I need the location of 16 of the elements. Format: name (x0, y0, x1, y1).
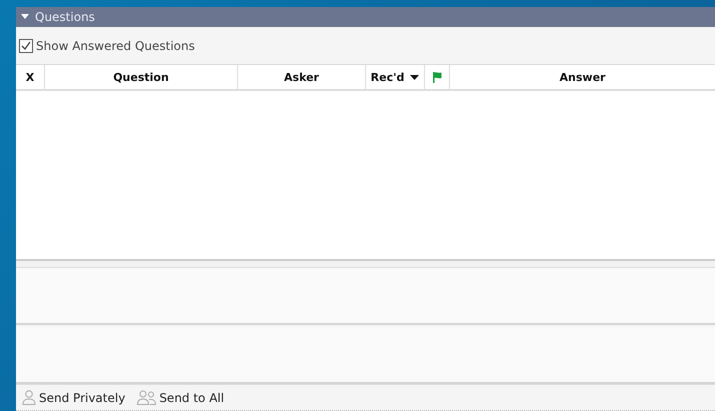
collapse-arrow-icon[interactable] (21, 14, 29, 20)
column-header[interactable]: Answer (449, 65, 715, 89)
checkbox[interactable] (19, 38, 33, 52)
column-header[interactable]: Question (44, 65, 237, 89)
send-button[interactable]: Send to All (137, 390, 224, 405)
column-header[interactable]: X (16, 65, 44, 89)
send-button[interactable]: Send Privately (22, 390, 126, 405)
person-icon (22, 390, 36, 405)
column-header[interactable]: Rec'd (365, 65, 424, 89)
sort-arrow-icon (410, 74, 420, 80)
checkbox-label[interactable]: Show Answered Questions (36, 38, 195, 52)
panel-header[interactable]: Questions (16, 7, 715, 27)
flag-icon (432, 72, 442, 82)
people-icon (137, 390, 156, 405)
column-header[interactable]: Asker (237, 65, 365, 89)
panel-title: Questions (35, 10, 95, 24)
